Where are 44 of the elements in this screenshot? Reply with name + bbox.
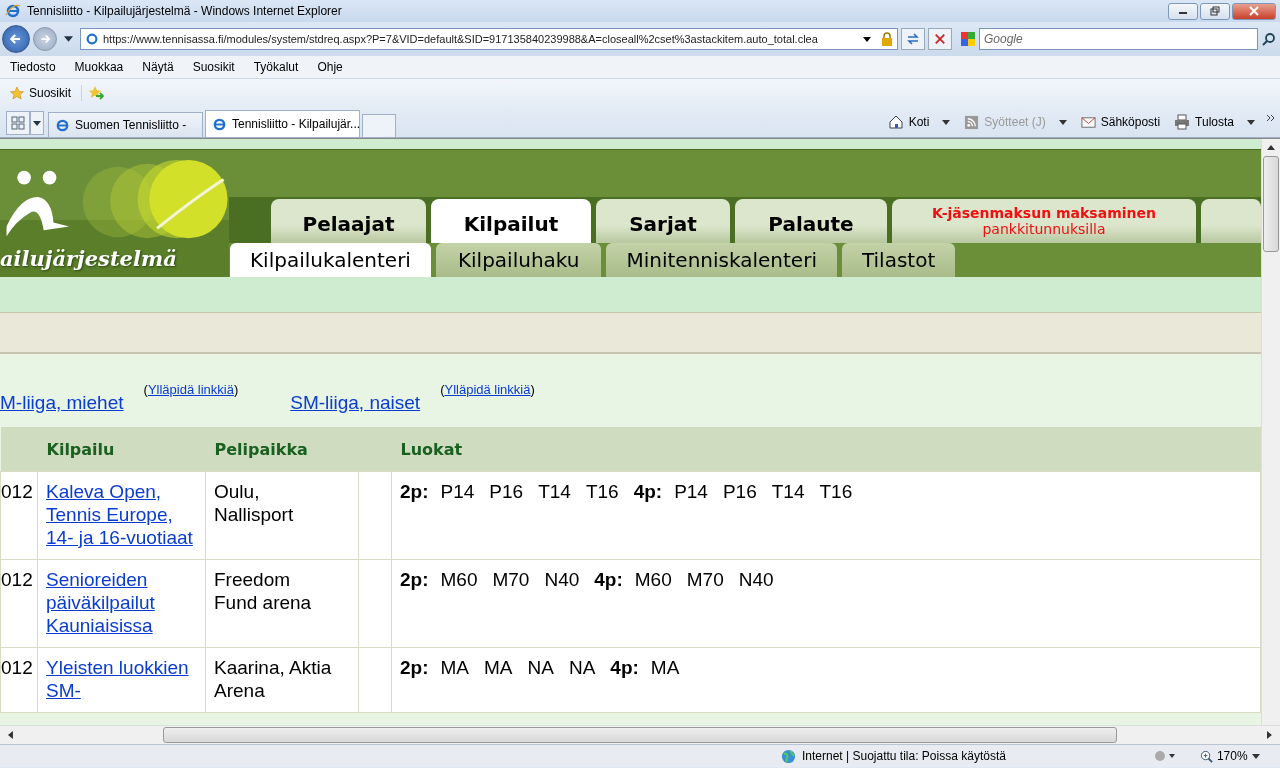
- window-title: Tennisliitto - Kilpailujärjestelmä - Windows Internet Explorer: [27, 4, 342, 18]
- nav-tab[interactable]: Kilpailut: [431, 199, 591, 243]
- column-header: Luokat: [391, 427, 1261, 472]
- nav-tab[interactable]: Palaute: [735, 199, 887, 243]
- table-cell: Kaarina, Aktia Arena: [205, 647, 359, 713]
- menu-item[interactable]: Muokkaa: [64, 60, 133, 74]
- address-field[interactable]: https://www.tennisassa.fi/modules/system/stdreq.aspx?P=7&VID=default&SID=917135840239988&A=closeall%2cset%3astackitem.auto_total.clea: [80, 28, 898, 50]
- browser-tab[interactable]: Suomen Tennisliitto -: [48, 112, 203, 137]
- menu-item[interactable]: Tiedosto: [0, 60, 65, 74]
- command-button[interactable]: Sähköposti: [1077, 114, 1164, 130]
- search-field[interactable]: Google: [979, 28, 1258, 50]
- table-cell: 012: [0, 647, 38, 713]
- table-cell-text: 2p: M60 M70 N40 4p: M60 M70 N40: [400, 569, 775, 590]
- command-button[interactable]: Koti: [884, 114, 954, 130]
- table-cell: 012: [0, 559, 38, 648]
- menu-item[interactable]: Työkalut: [243, 60, 308, 74]
- link[interactable]: Ylläpidä linkkiä: [444, 381, 531, 397]
- favorites-button[interactable]: Suosikit: [6, 86, 76, 100]
- browser-tab[interactable]: Tennisliitto - Kilpailujär...: [205, 110, 360, 137]
- link[interactable]: M-liiga, miehet: [0, 391, 124, 414]
- sub-tab[interactable]: Tilastot: [841, 243, 956, 277]
- logo-text: ailujärjestelmä: [0, 246, 177, 271]
- link[interactable]: Ylläpidä linkkiä: [147, 381, 234, 397]
- sub-tab[interactable]: Minitenniskalenteri: [606, 243, 837, 277]
- sub-tab[interactable]: Kilpailukalenteri: [230, 243, 431, 277]
- sub-tab[interactable]: Kilpailuhaku: [435, 243, 602, 277]
- command-button[interactable]: Tulosta: [1171, 114, 1258, 130]
- table-cell-text: 2p: P14 P16 T14 T16 4p: P14 P16 T14 T16: [400, 481, 854, 502]
- column-header: Pelipaikka: [205, 427, 359, 472]
- menu-item[interactable]: Näytä: [132, 60, 183, 74]
- table-cell-text: 2p: MA MA NA NA 4p: MA: [400, 657, 681, 678]
- menu-item[interactable]: Suosikit: [182, 60, 244, 74]
- link[interactable]: SM-liiga, naiset: [290, 391, 421, 414]
- column-header: Kilpailu: [37, 427, 206, 472]
- menu-item[interactable]: Ohje: [307, 60, 352, 74]
- table-cell: 012: [0, 471, 38, 560]
- nav-tab[interactable]: Pelaajat: [271, 199, 426, 243]
- table-cell: Freedom Fund arena: [205, 559, 359, 648]
- table-cell: Oulu, Nallisport: [205, 471, 359, 560]
- admin-note: (Ylläpidä linkkiä): [440, 381, 535, 397]
- admin-note: (Ylläpidä linkkiä): [143, 381, 239, 397]
- security-zone: Internet | Suojattu tila: Poissa käytöstä: [802, 749, 1006, 763]
- nav-tab[interactable]: Sarjat: [596, 199, 730, 243]
- zoom-button[interactable]: 170%: [1195, 749, 1264, 763]
